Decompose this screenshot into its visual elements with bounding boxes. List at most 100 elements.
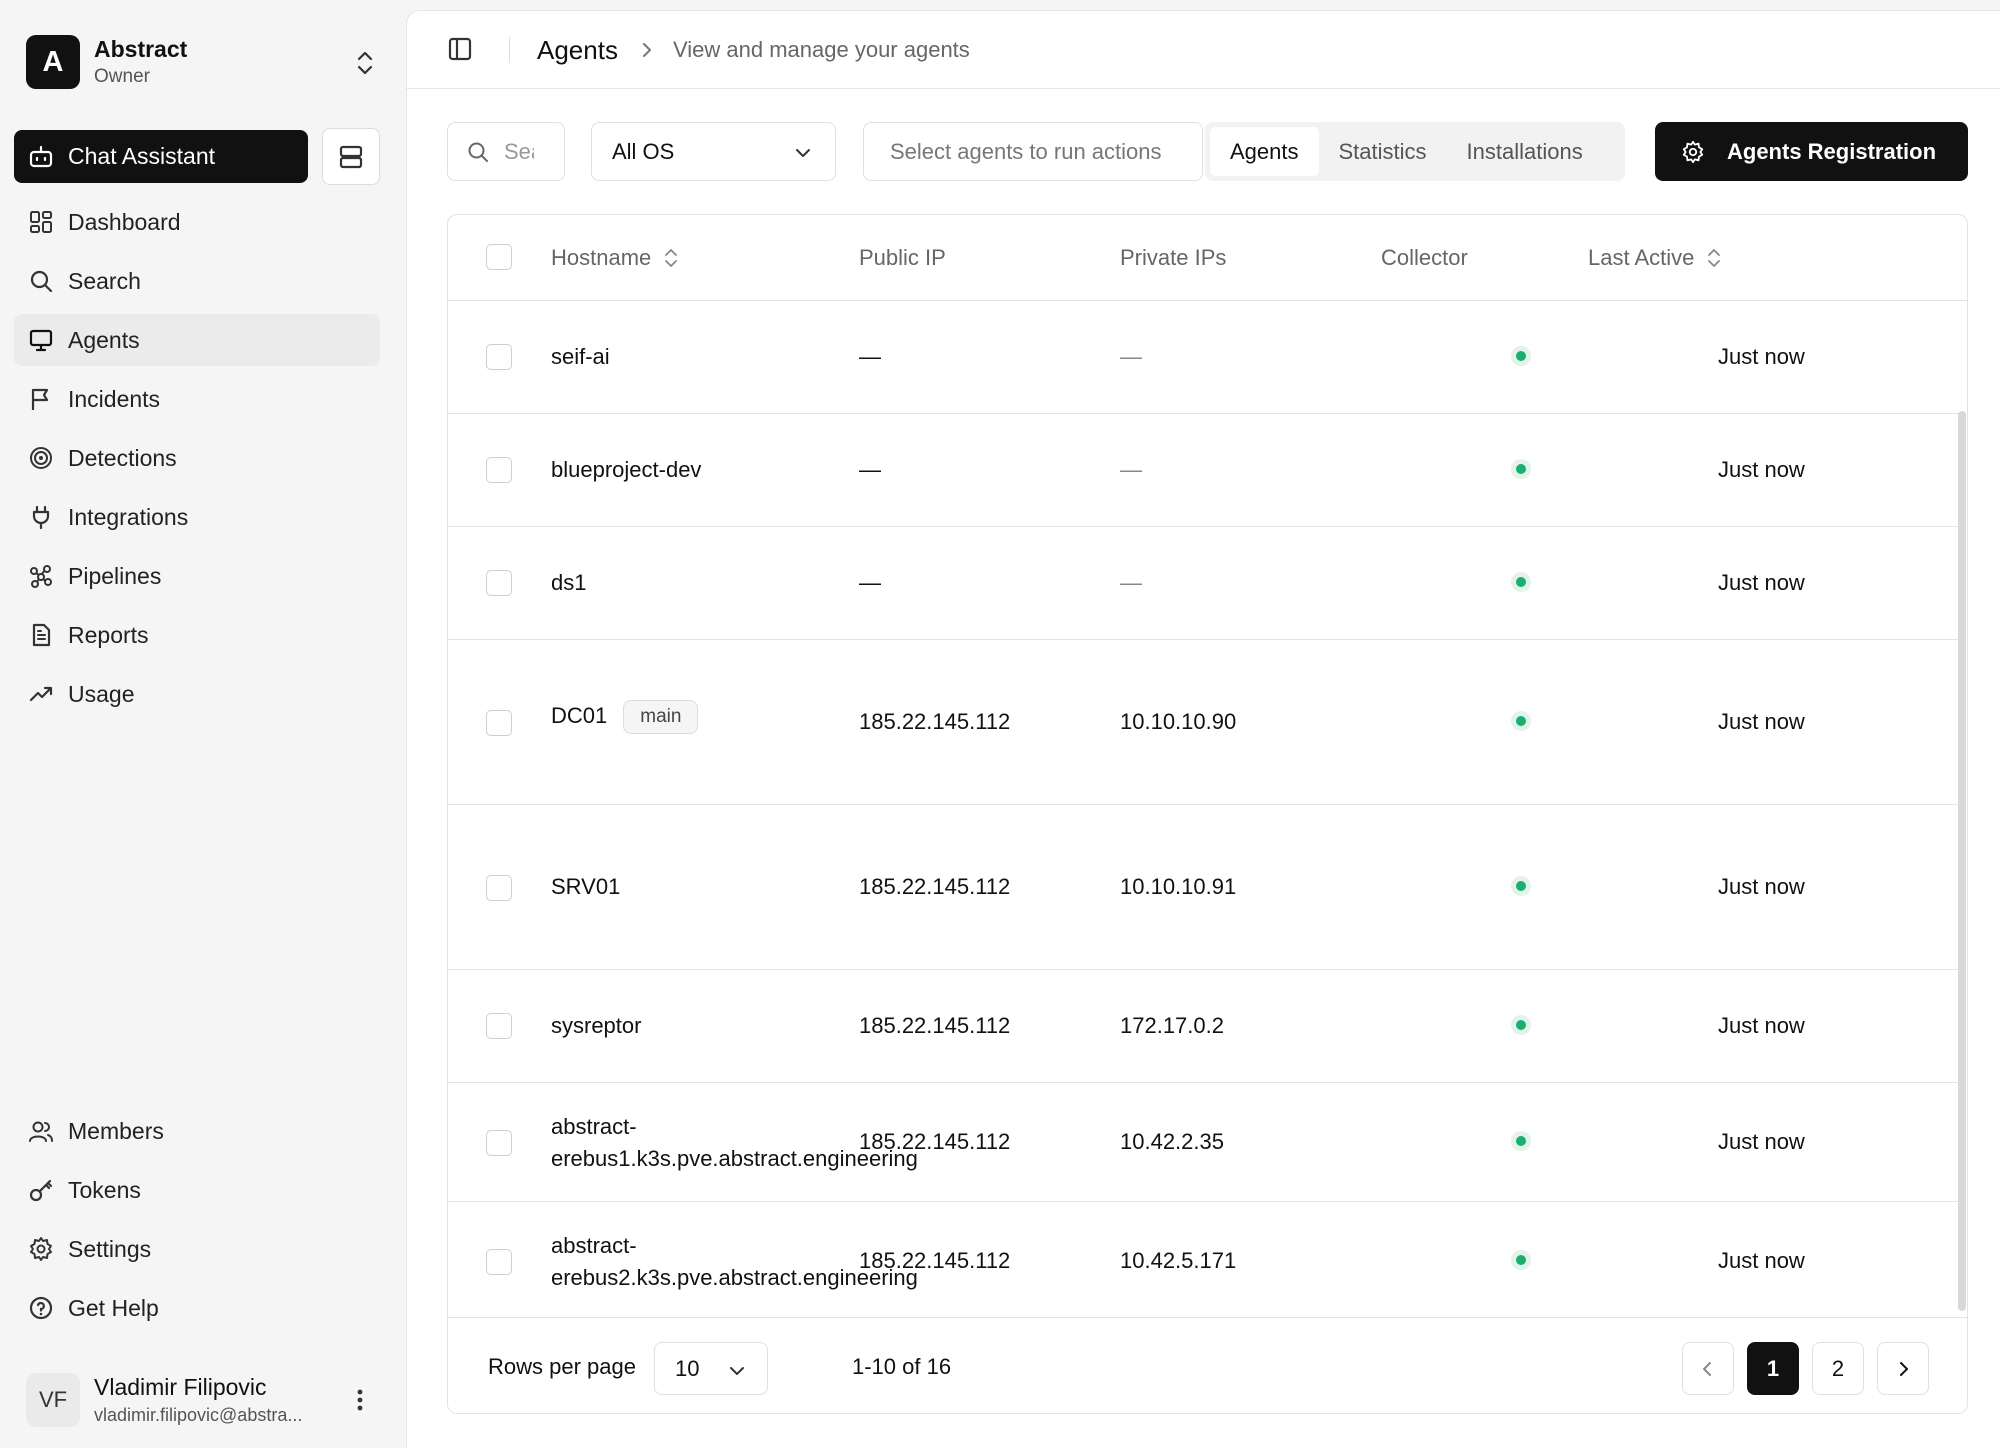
collector-status-dot	[1511, 1015, 1531, 1035]
row-checkbox[interactable]	[486, 1013, 512, 1039]
chevron-down-icon	[730, 1367, 744, 1375]
sidebar-item-reports[interactable]: Reports	[14, 609, 380, 661]
last-active-cell: Just now	[1718, 709, 1805, 734]
table-row[interactable]: sysreptor 185.22.145.112 172.17.0.2 Just…	[448, 970, 1960, 1083]
table-row[interactable]: ds1 — — Just now	[448, 527, 1960, 640]
table-scrollbar[interactable]	[1958, 411, 1966, 1311]
tab-agents[interactable]: Agents	[1210, 127, 1319, 176]
sidebar-item-agents[interactable]: Agents	[14, 314, 380, 366]
row-checkbox[interactable]	[486, 710, 512, 736]
trending-up-icon	[29, 686, 53, 702]
table-row[interactable]: seif-ai — — Just now	[448, 301, 1960, 414]
column-label: Private IPs	[1120, 245, 1227, 270]
monitor-icon	[29, 329, 53, 352]
hostname-cell[interactable]: blueproject-dev	[551, 457, 701, 483]
last-active-cell: Just now	[1718, 1129, 1805, 1154]
chat-assistant-button[interactable]: Chat Assistant	[14, 130, 308, 183]
dashboard-icon	[30, 211, 52, 233]
search-input[interactable]	[504, 138, 534, 165]
table-row[interactable]: DC01 main 185.22.145.112 10.10.10.90 Just…	[448, 640, 1960, 805]
avatar: VF	[26, 1373, 80, 1427]
public-ip-cell: —	[859, 457, 881, 482]
chevrons-up-down-icon[interactable]	[352, 48, 378, 78]
page-button-2[interactable]: 2	[1812, 1342, 1864, 1395]
last-active-cell: Just now	[1718, 570, 1805, 595]
public-ip-cell: —	[859, 570, 881, 595]
table-row[interactable]: SRV01 185.22.145.112 10.10.10.91 Just no…	[448, 805, 1960, 970]
agents-registration-button[interactable]: Agents Registration	[1655, 122, 1968, 181]
hostname-line: abstract-	[551, 1114, 637, 1139]
row-checkbox[interactable]	[486, 1249, 512, 1275]
agent-tag: main	[623, 700, 699, 734]
sidebar-item-pipelines[interactable]: Pipelines	[14, 550, 380, 602]
sidebar-item-incidents[interactable]: Incidents	[14, 373, 380, 425]
agents-table: Hostname Public IP Private IPs Collector…	[447, 214, 1968, 1414]
sidebar-item-dashboard[interactable]: Dashboard	[14, 196, 380, 248]
table-row[interactable]: abstract- erebus1.k3s.pve.abstract.engin…	[448, 1083, 1960, 1202]
help-circle-icon	[29, 1296, 53, 1320]
row-checkbox[interactable]	[486, 570, 512, 596]
public-ip-cell: 185.22.145.112	[859, 709, 1011, 734]
sidebar-item-label: Tokens	[68, 1176, 141, 1203]
row-checkbox[interactable]	[486, 457, 512, 483]
row-checkbox[interactable]	[486, 1130, 512, 1156]
select-all-checkbox[interactable]	[486, 244, 512, 270]
sidebar-item-label: Get Help	[68, 1294, 159, 1321]
sort-icon	[1708, 249, 1721, 267]
hostname-cell[interactable]: ds1	[551, 570, 586, 596]
private-ip-cell: —	[1120, 344, 1142, 369]
sidebar-item-integrations[interactable]: Integrations	[14, 491, 380, 543]
table-header: Hostname Public IP Private IPs Collector…	[448, 215, 1967, 301]
private-ip-cell: —	[1120, 570, 1142, 595]
pagination-bar: Rows per page 10 1-10 of 16 1 2	[448, 1317, 1967, 1413]
sidebar-item-tokens[interactable]: Tokens	[14, 1164, 380, 1216]
sidebar-item-detections[interactable]: Detections	[14, 432, 380, 484]
previous-page-button[interactable]	[1682, 1342, 1734, 1395]
private-ip-cell: 172.17.0.2	[1120, 1013, 1224, 1038]
user-profile[interactable]: VF Vladimir Filipovic vladimir.filipovic…	[26, 1370, 386, 1430]
column-last-active[interactable]: Last Active	[1588, 245, 1722, 271]
hostname-cell[interactable]: SRV01	[551, 874, 620, 900]
sidebar-item-help[interactable]: Get Help	[14, 1282, 380, 1334]
column-label: Hostname	[551, 245, 652, 270]
last-active-cell: Just now	[1718, 344, 1805, 369]
more-vertical-icon[interactable]	[350, 1384, 370, 1416]
hostname-cell[interactable]: sysreptor	[551, 1013, 641, 1039]
last-active-cell: Just now	[1718, 1013, 1805, 1038]
tab-installations[interactable]: Installations	[1447, 127, 1603, 176]
bulk-actions-select[interactable]: Select agents to run actions	[863, 122, 1203, 181]
tab-statistics[interactable]: Statistics	[1319, 127, 1447, 176]
table-row[interactable]: blueproject-dev — — Just now	[448, 414, 1960, 527]
sidebar-nav: Dashboard Search Agents Incidents Detect…	[14, 196, 380, 727]
row-checkbox[interactable]	[486, 875, 512, 901]
sidebar-bottom-nav: Members Tokens Settings Get Help	[14, 1105, 380, 1341]
table-row[interactable]: abstract- erebus2.k3s.pve.abstract.engin…	[448, 1202, 1960, 1317]
hostname-cell[interactable]: seif-ai	[551, 344, 610, 370]
hostname-cell[interactable]: DC01 main	[551, 700, 699, 734]
sidebar-item-label: Dashboard	[68, 208, 181, 235]
next-page-button[interactable]	[1877, 1342, 1929, 1395]
collector-status-dot	[1511, 1250, 1531, 1270]
sidebar-item-label: Reports	[68, 621, 149, 648]
sidebar-item-usage[interactable]: Usage	[14, 668, 380, 720]
org-avatar: A	[26, 35, 80, 89]
org-name: Abstract	[94, 36, 188, 62]
collector-status-dot	[1511, 346, 1531, 366]
page-button-1[interactable]: 1	[1747, 1342, 1799, 1395]
row-checkbox[interactable]	[486, 344, 512, 370]
os-filter-select[interactable]: All OS	[591, 122, 836, 181]
page-subtitle: View and manage your agents	[673, 37, 970, 62]
org-switcher[interactable]: A Abstract Owner	[26, 32, 386, 92]
column-collector: Collector	[1381, 245, 1468, 271]
collector-status-dot	[1511, 711, 1531, 731]
column-hostname[interactable]: Hostname	[551, 245, 679, 271]
sidebar-item-settings[interactable]: Settings	[14, 1223, 380, 1275]
chevron-right-icon	[643, 43, 651, 57]
sidebar-toggle-icon[interactable]	[447, 36, 473, 62]
pagination-range: 1-10 of 16	[852, 1354, 952, 1379]
sidebar-item-members[interactable]: Members	[14, 1105, 380, 1157]
sidebar-item-search[interactable]: Search	[14, 255, 380, 307]
rows-per-page-select[interactable]: 10	[654, 1342, 768, 1395]
layout-toggle-button[interactable]	[322, 128, 380, 185]
search-input-box[interactable]	[447, 122, 565, 181]
